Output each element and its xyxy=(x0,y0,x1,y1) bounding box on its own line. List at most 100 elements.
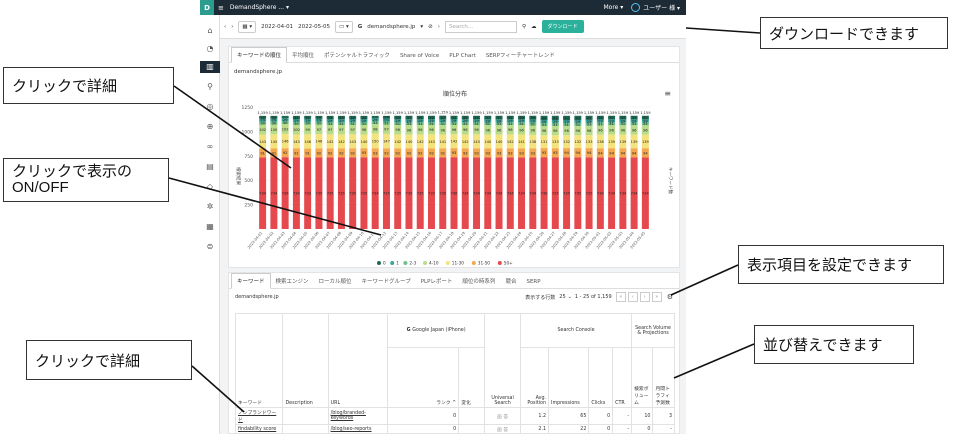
total-label: 1,159 xyxy=(595,111,606,115)
tag-icon[interactable]: ◇ xyxy=(204,181,216,193)
first-page-button[interactable]: « xyxy=(615,292,626,302)
app-logo[interactable]: D xyxy=(200,0,214,15)
data-label: 37 xyxy=(643,116,648,120)
data-label: 143 xyxy=(428,140,435,144)
compare-icon[interactable]: ▭ ▾ xyxy=(335,20,353,33)
project-selector[interactable]: DemandSphere ... ▾ xyxy=(230,4,289,11)
globe-icon[interactable]: ⊜ xyxy=(204,241,216,253)
chevron-down-icon[interactable]: ▾ xyxy=(420,24,423,30)
data-label: 97 xyxy=(384,128,389,132)
compass-icon[interactable]: ◎ xyxy=(204,101,216,113)
search-icon[interactable]: ⚲ xyxy=(522,24,526,30)
data-label: 141 xyxy=(518,140,525,144)
column-header-clicks[interactable]: Clicks xyxy=(588,347,614,408)
tab-competitors[interactable]: 競合 xyxy=(500,274,521,288)
tab-plp-report[interactable]: PLPレポート xyxy=(416,274,458,288)
total-label: 1,159 xyxy=(618,111,629,115)
user-menu[interactable]: ユーザー 様 ▾ xyxy=(631,3,680,12)
cloud-download-icon[interactable]: ☁ xyxy=(531,24,537,30)
search-input[interactable]: Search... xyxy=(444,20,517,33)
url-link[interactable]: /blog/seo-reports xyxy=(331,427,372,432)
callout-toggle-display: クリックで表示の ON/OFF xyxy=(3,158,169,202)
chevron-right-icon[interactable]: › xyxy=(438,24,440,30)
building-icon[interactable]: ▦ xyxy=(204,221,216,233)
tab-keyword-groups[interactable]: キーワードグループ xyxy=(357,274,416,288)
home-icon[interactable]: ⌂ xyxy=(204,25,216,37)
column-header-rank[interactable]: ランク ^ xyxy=(386,347,460,408)
tab-share-of-voice[interactable]: Share of Voice xyxy=(395,50,444,62)
legend-item[interactable]: 1 xyxy=(396,261,399,266)
total-label: 1,159 xyxy=(291,111,302,115)
data-label: 94 xyxy=(609,151,614,155)
total-label: 1,159 xyxy=(516,111,527,115)
legend-item[interactable]: 11-30 xyxy=(452,261,465,266)
more-menu[interactable]: More ▾ xyxy=(603,4,623,11)
tab-keywords[interactable]: キーワード xyxy=(231,273,271,289)
forward-icon[interactable]: › xyxy=(231,24,233,30)
data-label: 37 xyxy=(440,116,445,120)
tab-plp-chart[interactable]: PLP Chart xyxy=(444,50,481,62)
data-label: 93 xyxy=(553,151,558,155)
tab-potential-traffic[interactable]: ポテンシャルトラフィック xyxy=(319,48,395,62)
rankings-icon[interactable]: ▥ xyxy=(200,61,220,73)
search-engine-selector[interactable]: G xyxy=(358,24,363,30)
gear-icon[interactable]: ⚙ xyxy=(667,293,673,301)
column-header-description[interactable]: Description xyxy=(282,313,329,408)
data-label: 99 xyxy=(305,128,310,132)
tab-serp[interactable]: SERP xyxy=(521,276,545,288)
tab-average-rank[interactable]: 平均順位 xyxy=(287,48,319,62)
settings-icon[interactable]: ✲ xyxy=(204,201,216,213)
next-page-button[interactable]: › xyxy=(639,292,650,302)
column-header-monthly-traffic[interactable]: 月間トラフィ 予測数 xyxy=(652,347,675,408)
legend-item[interactable]: 50+ xyxy=(504,261,513,266)
column-header-avg-position[interactable]: Avg. Position xyxy=(519,347,550,408)
tab-rank-history[interactable]: 順位の時系列 xyxy=(457,274,500,288)
back-icon[interactable]: ‹ xyxy=(224,24,226,30)
legend-item[interactable]: 0 xyxy=(383,261,386,266)
table-controls: demandsphere.jp 表示する行数 25 ⌄ 1 - 25 of 1,… xyxy=(229,289,679,305)
column-header-universal[interactable]: Universal Search xyxy=(484,313,521,408)
data-label: 96 xyxy=(531,129,536,133)
column-header-ctr[interactable]: CTR xyxy=(612,347,633,408)
legend-item[interactable]: 4-10 xyxy=(429,261,439,266)
download-button[interactable]: ダウンロード xyxy=(541,20,584,33)
data-label: 734 xyxy=(473,192,481,196)
date-end[interactable]: 2022-05-05 xyxy=(298,24,330,30)
filter-icon[interactable]: ⚲ xyxy=(204,81,216,93)
zoom-icon[interactable]: ⊕ xyxy=(204,121,216,133)
data-label: 94 xyxy=(564,151,569,155)
tab-local-rank[interactable]: ローカル順位 xyxy=(314,274,357,288)
binoculars-icon[interactable]: ∞ xyxy=(204,141,216,153)
legend-item[interactable]: 31-50 xyxy=(478,261,491,266)
rows-per-page-select[interactable]: 25 xyxy=(559,294,565,300)
data-label: 735 xyxy=(394,192,401,196)
data-label: 36 xyxy=(519,116,524,120)
data-label: 31 xyxy=(305,116,310,120)
tab-search-engines[interactable]: 検索エンジン xyxy=(271,274,314,288)
column-header-keyword[interactable]: キーワード xyxy=(234,313,284,408)
column-header-change[interactable]: 変化 xyxy=(458,347,486,408)
column-header-url[interactable]: URL xyxy=(327,313,388,408)
legend-item[interactable]: 2-3 xyxy=(409,261,416,266)
total-label: 1,159 xyxy=(438,111,449,115)
y-tick-label: 500 xyxy=(244,178,253,184)
last-page-button[interactable]: » xyxy=(651,292,662,302)
dashboard-icon[interactable]: ◔ xyxy=(204,43,216,55)
prev-page-button[interactable]: ‹ xyxy=(627,292,638,302)
tab-keyword-rankings[interactable]: キーワードの順位 xyxy=(231,47,288,63)
tab-serp-features[interactable]: SERPフィーチャートレンド xyxy=(481,48,560,62)
domain-selector[interactable]: demandsphere.jp xyxy=(367,24,415,30)
menu-icon[interactable]: ≡ xyxy=(218,4,224,12)
data-label: 92 xyxy=(429,151,434,155)
keyword-link[interactable]: ノンブランドワード xyxy=(238,411,276,423)
clipboard-icon[interactable]: ▤ xyxy=(204,161,216,173)
column-header-impressions[interactable]: Impressions xyxy=(548,347,590,408)
calendar-icon[interactable]: ▦ ▾ xyxy=(238,20,257,33)
data-label: 94 xyxy=(632,151,637,155)
url-link[interactable]: /blog/branded-keywords xyxy=(331,411,366,421)
date-start[interactable]: 2022-04-01 xyxy=(261,24,293,30)
chevron-down-icon[interactable]: ⌄ xyxy=(568,294,572,300)
slash-icon[interactable]: ⊘ xyxy=(428,24,433,30)
keyword-link[interactable]: findability score xyxy=(238,427,276,432)
column-header-search-volume[interactable]: 検索ボリューム xyxy=(631,347,654,408)
